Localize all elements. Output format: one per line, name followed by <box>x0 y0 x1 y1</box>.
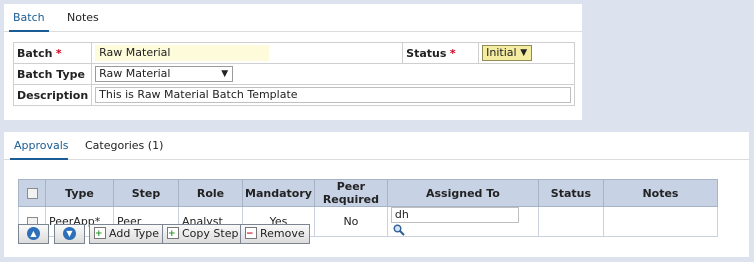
status-select-value: Initial <box>486 46 517 59</box>
move-up-button[interactable]: ▲ <box>18 224 49 244</box>
batch-type-select[interactable]: Raw Material ▼ <box>95 66 234 82</box>
add-icon: + <box>94 227 106 239</box>
remove-icon: − <box>245 227 257 239</box>
batch-form: Batch * Raw Material Status * Initial ▼ … <box>12 42 576 106</box>
cell-notes <box>602 206 719 237</box>
column-header-mandatory[interactable]: Mandatory <box>242 179 315 207</box>
status-required-marker: * <box>449 46 456 60</box>
tab-batch[interactable]: Batch <box>13 11 45 24</box>
add-type-label: Add Type <box>109 227 160 240</box>
batch-panel: Batch Notes Batch * Raw Material Status … <box>4 4 582 120</box>
remove-label: Remove <box>260 227 305 240</box>
column-header-role[interactable]: Role <box>178 179 243 207</box>
active-tab-indicator <box>10 158 68 160</box>
column-header-peer-required[interactable]: Peer Required <box>313 179 388 207</box>
batch-label: Batch <box>17 46 53 60</box>
remove-button[interactable]: − Remove <box>240 224 310 244</box>
description-input[interactable]: This is Raw Material Batch Template <box>95 87 572 103</box>
batch-required-marker: * <box>55 46 62 60</box>
status-select[interactable]: Initial ▼ <box>482 45 533 61</box>
assigned-to-input[interactable]: dh <box>390 207 519 223</box>
dropdown-arrow-icon: ▼ <box>221 69 229 79</box>
dropdown-arrow-icon: ▼ <box>520 48 528 58</box>
column-header-status[interactable]: Status <box>537 179 604 207</box>
approvals-panel: Approvals Categories (1) Type Step Role … <box>4 132 749 257</box>
batch-name-input[interactable]: Raw Material <box>95 45 270 61</box>
select-all-checkbox[interactable] <box>26 188 38 199</box>
tab-categories[interactable]: Categories (1) <box>85 139 163 152</box>
cell-peer-required: No <box>313 206 388 237</box>
active-tab-indicator <box>9 30 49 32</box>
description-label: Description <box>17 88 89 102</box>
column-header-type[interactable]: Type <box>45 179 114 207</box>
approvals-header-row: Type Step Role Mandatory Peer Required A… <box>18 179 719 207</box>
column-header-step[interactable]: Step <box>113 179 179 207</box>
tab-notes[interactable]: Notes <box>67 11 99 24</box>
move-down-button[interactable]: ▼ <box>54 224 85 244</box>
tab-approvals[interactable]: Approvals <box>14 139 69 152</box>
up-arrow-circle-icon: ▲ <box>27 226 40 240</box>
magnifier-icon[interactable] <box>393 224 405 236</box>
select-all-header <box>18 179 46 207</box>
column-header-notes[interactable]: Notes <box>602 179 719 207</box>
batch-type-select-value: Raw Material <box>99 67 171 80</box>
approvals-tab-bar: Approvals Categories (1) <box>4 132 749 160</box>
batch-type-label: Batch Type <box>17 67 85 81</box>
add-type-button[interactable]: + Add Type <box>89 224 165 244</box>
down-arrow-circle-icon: ▼ <box>63 226 76 240</box>
cell-status <box>537 206 604 237</box>
cell-assigned-to: dh <box>386 206 539 237</box>
copy-step-button[interactable]: + Copy Step <box>162 224 244 244</box>
batch-tab-bar: Batch Notes <box>4 4 582 32</box>
column-header-assigned-to[interactable]: Assigned To <box>386 179 539 207</box>
copy-icon: + <box>167 227 179 239</box>
status-label: Status <box>406 46 447 60</box>
copy-step-label: Copy Step <box>182 227 239 240</box>
